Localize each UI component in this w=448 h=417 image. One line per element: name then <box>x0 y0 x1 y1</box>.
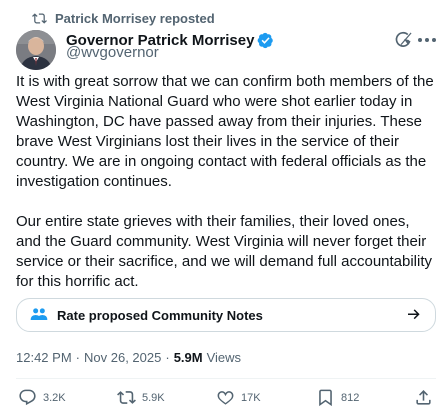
views-label: Views <box>206 350 242 365</box>
action-bar: 3.2K 5.9K 17K 812 <box>0 388 448 412</box>
share-button[interactable] <box>414 388 433 407</box>
meta-separator: · <box>165 350 170 365</box>
repost-label[interactable]: Patrick Morrisey reposted <box>55 11 215 26</box>
reply-button[interactable]: 3.2K <box>18 388 66 407</box>
bookmark-icon <box>319 389 332 407</box>
repost-icon <box>32 12 47 24</box>
heart-icon <box>217 391 234 405</box>
community-notes-label: Rate proposed Community Notes <box>57 307 263 323</box>
community-notes-icon <box>30 308 48 320</box>
community-notes-button[interactable]: Rate proposed Community Notes <box>16 298 436 332</box>
like-count: 17K <box>241 391 261 404</box>
bookmark-button[interactable]: 812 <box>316 388 359 407</box>
divider <box>16 378 436 379</box>
reply-count: 3.2K <box>43 391 66 404</box>
repost-button[interactable]: 5.9K <box>117 388 165 407</box>
meta-separator: · <box>75 350 80 365</box>
tweet-date[interactable]: Nov 26, 2025 <box>84 350 161 365</box>
grok-icon[interactable] <box>394 30 414 50</box>
bookmark-count: 812 <box>341 391 360 404</box>
reply-icon <box>19 389 36 406</box>
repost-indicator: Patrick Morrisey reposted <box>32 10 215 26</box>
repost-icon <box>117 391 136 404</box>
verified-badge-icon[interactable] <box>257 32 274 49</box>
tweet-text: It is with great sorrow that we can conf… <box>16 73 434 290</box>
views-count[interactable]: 5.9M <box>174 350 203 365</box>
avatar[interactable] <box>16 30 56 70</box>
share-icon <box>416 390 431 405</box>
more-options-icon[interactable] <box>418 34 438 46</box>
repost-count: 5.9K <box>142 391 165 404</box>
tweet-time[interactable]: 12:42 PM <box>16 350 72 365</box>
tweet-metadata: 12:42 PM · Nov 26, 2025 · 5.9M Views <box>16 350 241 365</box>
author-handle[interactable]: @wvgovernor <box>66 44 159 61</box>
avatar-portrait <box>16 30 56 70</box>
like-button[interactable]: 17K <box>216 388 261 407</box>
arrow-right-icon <box>408 309 420 320</box>
